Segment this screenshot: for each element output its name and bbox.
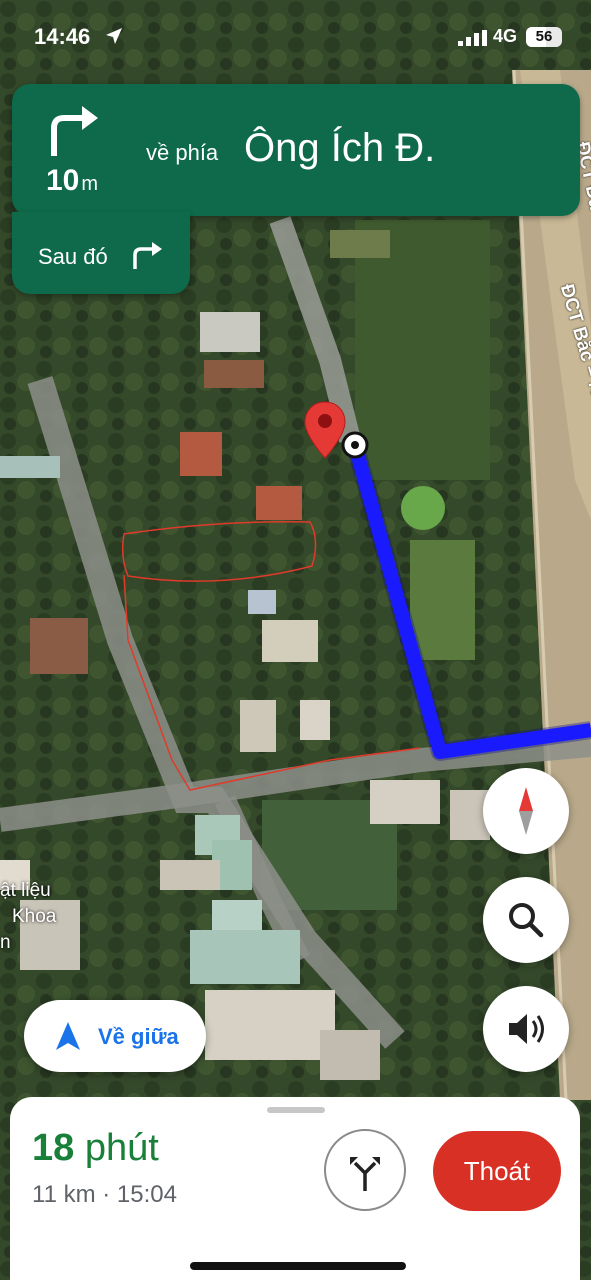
- home-indicator[interactable]: [190, 1262, 406, 1270]
- poi-line: Khoa: [12, 906, 57, 927]
- compass-button[interactable]: [483, 768, 569, 854]
- search-button[interactable]: [483, 877, 569, 963]
- poi-line: n: [0, 932, 11, 953]
- distance-unit: m: [81, 173, 99, 195]
- trip-summary: 11 km · 15:04: [32, 1181, 177, 1208]
- location-arrow-icon: [106, 28, 122, 44]
- sound-button[interactable]: [483, 986, 569, 1072]
- next-maneuver-card[interactable]: Sau đó: [12, 212, 190, 294]
- turn-distance: 10 m: [46, 164, 98, 198]
- compass-icon: [519, 787, 533, 835]
- trip-duration: 18 phút: [32, 1127, 159, 1170]
- sheet-grabber[interactable]: [267, 1107, 325, 1113]
- toward-label: về phía: [146, 140, 219, 165]
- turn-right-icon: [51, 106, 98, 156]
- turn-right-icon: [133, 242, 162, 269]
- navigation-arrow-icon: [56, 1022, 80, 1050]
- duration-unit: phút: [84, 1127, 159, 1169]
- alternate-routes-icon: [350, 1157, 380, 1191]
- status-time: 14:46: [34, 24, 91, 49]
- status-bar: 14:46 4G 56: [0, 0, 591, 72]
- duration-value: 18: [32, 1127, 75, 1169]
- battery-level: 56: [535, 28, 553, 45]
- volume-icon: [509, 1014, 544, 1044]
- battery-icon: 56: [526, 27, 562, 47]
- network-type: 4G: [493, 26, 518, 46]
- then-label: Sau đó: [38, 244, 108, 269]
- poi-label: ật liệu Khoa n: [0, 878, 56, 956]
- recenter-label: Về giữa: [98, 1024, 179, 1049]
- cellular-signal-icon: [458, 30, 487, 46]
- alternate-routes-button[interactable]: [324, 1129, 406, 1211]
- poi-line: ật liệu: [0, 880, 51, 901]
- street-name: Ông Ích Đ.: [244, 126, 436, 170]
- trip-bottom-sheet[interactable]: 18 phút 11 km · 15:04 Thoát: [10, 1097, 580, 1280]
- search-icon: [509, 903, 544, 938]
- navigation-banner[interactable]: 10 m về phía Ông Ích Đ.: [12, 84, 580, 216]
- distance-value: 10: [46, 164, 80, 197]
- recenter-button[interactable]: Về giữa: [24, 1000, 206, 1072]
- exit-button[interactable]: Thoát: [433, 1131, 561, 1211]
